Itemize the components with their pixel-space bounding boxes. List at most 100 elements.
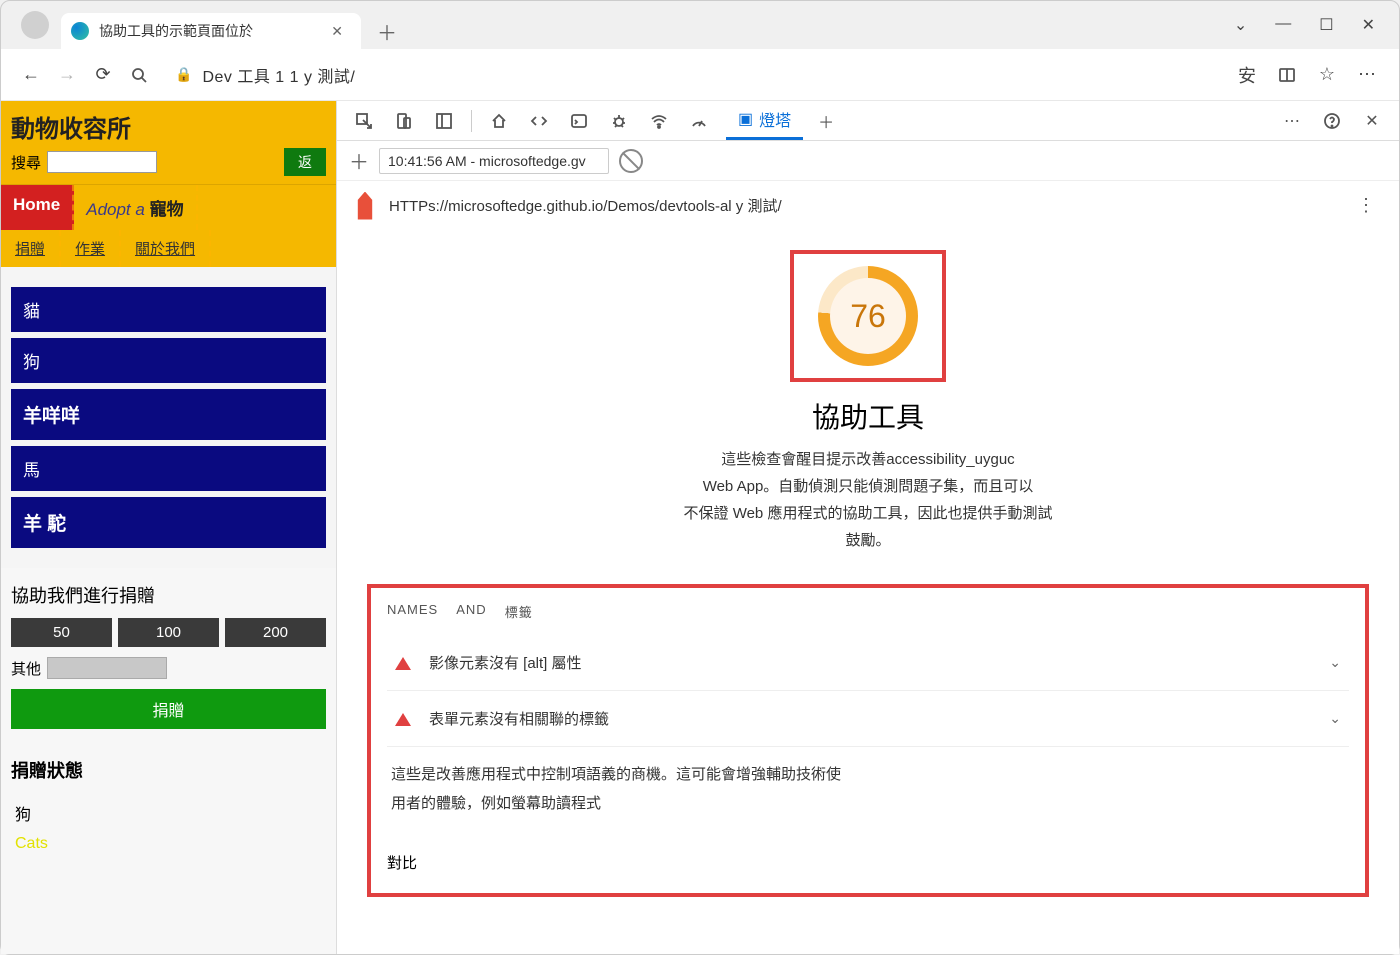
window-minimize-button[interactable]: — <box>1275 15 1291 35</box>
menu-button[interactable]: ⋯ <box>1347 57 1387 93</box>
donate-submit-button[interactable]: 捐贈 <box>11 689 326 729</box>
dock-button[interactable] <box>427 105 461 137</box>
browser-toolbar: ← → ⟳ 🔒 Dev 工具 1 1 y 測試/ 安 ☆ ⋯ <box>1 49 1399 101</box>
help-icon <box>1323 112 1341 130</box>
code-icon <box>530 112 548 130</box>
network-tab[interactable] <box>642 105 676 137</box>
tab-close-button[interactable]: ✕ <box>327 23 347 40</box>
home-icon <box>490 112 508 130</box>
lighthouse-tab[interactable]: ▣ 燈塔 <box>726 101 803 140</box>
category-item[interactable]: 羊咩咩 <box>11 389 326 440</box>
reader-button[interactable] <box>1267 57 1307 93</box>
report-menu-button[interactable]: ⋮ <box>1349 191 1383 220</box>
wifi-icon <box>650 112 668 130</box>
tab-title: 協助工具的示範頁面位於 <box>99 21 253 41</box>
audit-highlight-box: NAMES AND 標籤 影像元素沒有 [alt] 屬性 ⌄ 表單元素沒有相關聯… <box>367 584 1369 897</box>
chevron-down-icon: ⌄ <box>1329 654 1341 671</box>
lighthouse-logo-icon <box>353 192 377 220</box>
more-tabs-button[interactable]: ＋ <box>809 105 843 137</box>
back-button[interactable]: ← <box>13 57 49 93</box>
donate-section: 協助我們進行捐贈 50 100 200 其他 捐贈 <box>1 568 336 743</box>
lighthouse-tab-label: 燈塔 <box>759 107 791 131</box>
dock-icon <box>435 112 453 130</box>
secondary-nav: 捐贈 作業 關於我們 <box>1 230 336 267</box>
donate-other-label: 其他 <box>11 658 41 679</box>
devtools-more-button[interactable]: ⋯ <box>1275 105 1309 137</box>
device-toggle-button[interactable] <box>387 105 421 137</box>
fail-triangle-icon <box>395 649 411 670</box>
report-url-row: HTTPs://microsoftedge.github.io/Demos/de… <box>337 181 1399 230</box>
devtools-tabstrip: ▣ 燈塔 ＋ ⋯ ✕ <box>337 101 1399 141</box>
category-item[interactable]: 羊 駝 <box>11 497 326 548</box>
gauge-icon <box>690 112 708 130</box>
audit-item[interactable]: 影像元素沒有 [alt] 屬性 ⌄ <box>387 635 1349 691</box>
category-list: 貓 狗 羊咩咩 馬 羊 駝 <box>1 267 336 568</box>
window-maximize-button[interactable]: ☐ <box>1319 15 1333 35</box>
clear-report-button[interactable] <box>619 149 643 173</box>
category-item[interactable]: 貓 <box>11 287 326 332</box>
audit-item[interactable]: 表單元素沒有相關聯的標籤 ⌄ <box>387 691 1349 747</box>
edge-favicon-icon <box>71 22 89 40</box>
search-go-button[interactable]: 返 <box>284 148 326 176</box>
contrast-group-label: 對比 <box>387 822 1349 873</box>
refresh-button[interactable]: ⟳ <box>85 57 121 93</box>
performance-tab[interactable] <box>682 105 716 137</box>
status-row: Cats <box>11 831 326 857</box>
score-description: 這些檢查會醒目提示改善accessibility_uyguc Web App。自… <box>684 446 1053 554</box>
favorite-button[interactable]: ☆ <box>1307 57 1347 93</box>
device-icon <box>395 112 413 130</box>
nav-adopt[interactable]: Adopt a 寵物 <box>74 185 197 230</box>
address-text: Dev 工具 1 1 y 測試/ <box>202 63 355 87</box>
category-item[interactable]: 馬 <box>11 446 326 491</box>
profile-avatar[interactable] <box>21 11 49 39</box>
nav-home[interactable]: Home <box>1 185 74 230</box>
lighthouse-report: 76 協助工具 這些檢查會醒目提示改善accessibility_uyguc W… <box>337 230 1399 954</box>
fail-triangle-icon <box>395 705 411 726</box>
new-tab-button[interactable]: ＋ <box>369 13 405 50</box>
search-input[interactable] <box>47 151 157 173</box>
chevron-down-icon: ⌄ <box>1329 710 1341 727</box>
elements-tab[interactable] <box>522 105 556 137</box>
address-bar[interactable]: 🔒 Dev 工具 1 1 y 測試/ <box>165 58 1219 92</box>
primary-nav: Home Adopt a 寵物 <box>1 184 336 230</box>
site-title: 動物收容所 <box>11 109 326 144</box>
devtools-help-button[interactable] <box>1315 105 1349 137</box>
donate-amount-50[interactable]: 50 <box>11 618 112 647</box>
inspect-element-button[interactable] <box>347 105 381 137</box>
score-gauge: 76 <box>818 266 918 366</box>
status-section: 捐贈狀態 狗 Cats <box>1 743 336 871</box>
lock-icon: 🔒 <box>175 66 192 83</box>
window-titlebar: 協助工具的示範頁面位於 ✕ ＋ ⌄ — ☐ ✕ <box>1 1 1399 49</box>
welcome-tab[interactable] <box>482 105 516 137</box>
report-selector[interactable]: 10:41:56 AM - microsoftedge.gv <box>379 148 609 174</box>
site-header: 動物收容所 搜尋 返 <box>1 101 336 184</box>
search-label: 搜尋 <box>11 152 41 173</box>
window-close-button[interactable]: ✕ <box>1362 15 1375 35</box>
lighthouse-icon: ▣ <box>738 109 753 129</box>
browser-tab[interactable]: 協助工具的示範頁面位於 ✕ <box>61 13 361 49</box>
new-report-button[interactable]: ＋ <box>349 146 369 175</box>
nav-about[interactable]: 關於我們 <box>121 230 211 267</box>
nav-jobs[interactable]: 作業 <box>61 230 121 267</box>
score-category-title: 協助工具 <box>812 396 924 436</box>
category-item[interactable]: 狗 <box>11 338 326 383</box>
sources-tab[interactable] <box>602 105 636 137</box>
audit-title: 表單元素沒有相關聯的標籤 <box>429 708 609 729</box>
minimize-all-icon[interactable]: ⌄ <box>1234 15 1247 35</box>
search-button[interactable] <box>121 57 157 93</box>
page-content: 動物收容所 搜尋 返 Home Adopt a 寵物 捐贈 作業 關於我們 貓 … <box>1 101 337 954</box>
inspect-icon <box>355 112 373 130</box>
score-value: 76 <box>850 298 886 335</box>
audit-title: 影像元素沒有 [alt] 屬性 <box>429 652 582 673</box>
console-tab[interactable] <box>562 105 596 137</box>
donate-amount-100[interactable]: 100 <box>118 618 219 647</box>
translate-button[interactable]: 安 <box>1227 57 1267 93</box>
devtools-close-button[interactable]: ✕ <box>1355 105 1389 137</box>
tested-url: HTTPs://microsoftedge.github.io/Demos/de… <box>389 195 782 216</box>
donate-other-input[interactable] <box>47 657 167 679</box>
status-row: 狗 <box>11 795 326 831</box>
audit-group-header: NAMES AND 標籤 <box>387 602 1349 621</box>
status-title: 捐贈狀態 <box>11 757 326 783</box>
donate-amount-200[interactable]: 200 <box>225 618 326 647</box>
forward-button: → <box>49 57 85 93</box>
